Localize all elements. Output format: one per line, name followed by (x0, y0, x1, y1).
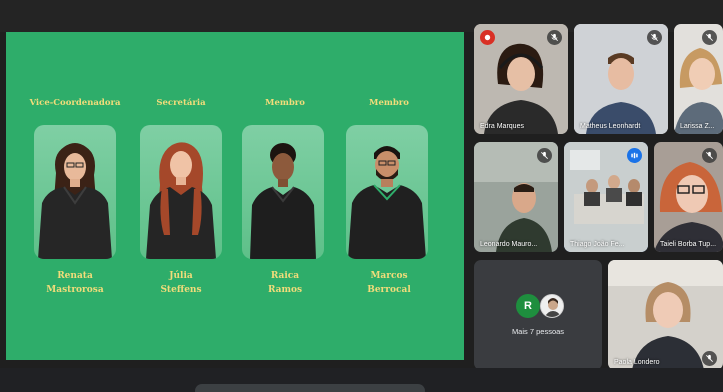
member-name: Raica Ramos (267, 271, 303, 295)
participant-tile[interactable]: Paola Londero (608, 260, 723, 370)
member-name: Júlia Steffens (160, 271, 202, 295)
member-column: Secretária Júlia Steffens (126, 32, 236, 360)
member-role: Membro (369, 98, 409, 108)
member-photo (38, 143, 112, 259)
member-role: Membro (265, 98, 305, 108)
participant-name: Matheus Leonhardt (580, 123, 641, 130)
speaking-icon (627, 148, 642, 163)
member-role: Vice-Coordenadora (29, 98, 121, 108)
member-column: Vice-Coordenadora Renata Mastrorosa (20, 32, 130, 360)
participant-tile[interactable]: Leonardo Mauro... (474, 142, 558, 252)
member-photo-card (242, 125, 324, 259)
mic-off-icon (702, 351, 717, 366)
recording-indicator (480, 30, 495, 45)
participant-tile-active-speaker[interactable]: Thiago João Fe... (564, 142, 648, 252)
participant-tile[interactable]: Larissa Z... (674, 24, 723, 134)
participant-name: Taieli Borba Tup... (660, 241, 717, 248)
member-name: Marcos Berrocal (367, 271, 411, 295)
participant-name: Larissa Z... (680, 123, 715, 130)
participant-name: Leonardo Mauro... (480, 241, 538, 248)
participant-tile[interactable]: Edra Marques (474, 24, 568, 134)
member-photo (348, 146, 426, 259)
participant-tile[interactable]: Taieli Borba Tup... (654, 142, 723, 252)
shared-presentation: Vice-Coordenadora Renata Mastrorosa Secr… (6, 32, 464, 360)
more-participants-label: Mais 7 pessoas (511, 327, 565, 336)
mic-off-icon (537, 148, 552, 163)
avatar (540, 294, 564, 318)
call-controls-bar[interactable] (195, 384, 425, 392)
more-participants-tile[interactable]: R Mais 7 pessoas (474, 260, 602, 370)
member-role: Secretária (156, 98, 206, 108)
member-column: Membro Raica Ramos (230, 32, 340, 360)
member-column: Membro Marcos Berrocal (334, 32, 444, 360)
mic-off-icon (647, 30, 662, 45)
member-name: Renata Mastrorosa (46, 271, 104, 295)
mic-off-icon (702, 148, 717, 163)
participant-name: Edra Marques (480, 123, 524, 130)
member-photo-card (346, 125, 428, 259)
mic-off-icon (702, 30, 717, 45)
member-photo-card (140, 125, 222, 259)
participant-name: Paola Londero (614, 359, 660, 366)
avatar-initial: R (516, 294, 540, 318)
participant-name: Thiago João Fe... (570, 241, 625, 248)
mic-off-icon (547, 30, 562, 45)
participant-tile[interactable]: Matheus Leonhardt (574, 24, 668, 134)
member-photo (250, 143, 316, 259)
more-participants-avatars: R (516, 294, 576, 320)
member-photo-card (34, 125, 116, 259)
member-photo (146, 142, 216, 259)
